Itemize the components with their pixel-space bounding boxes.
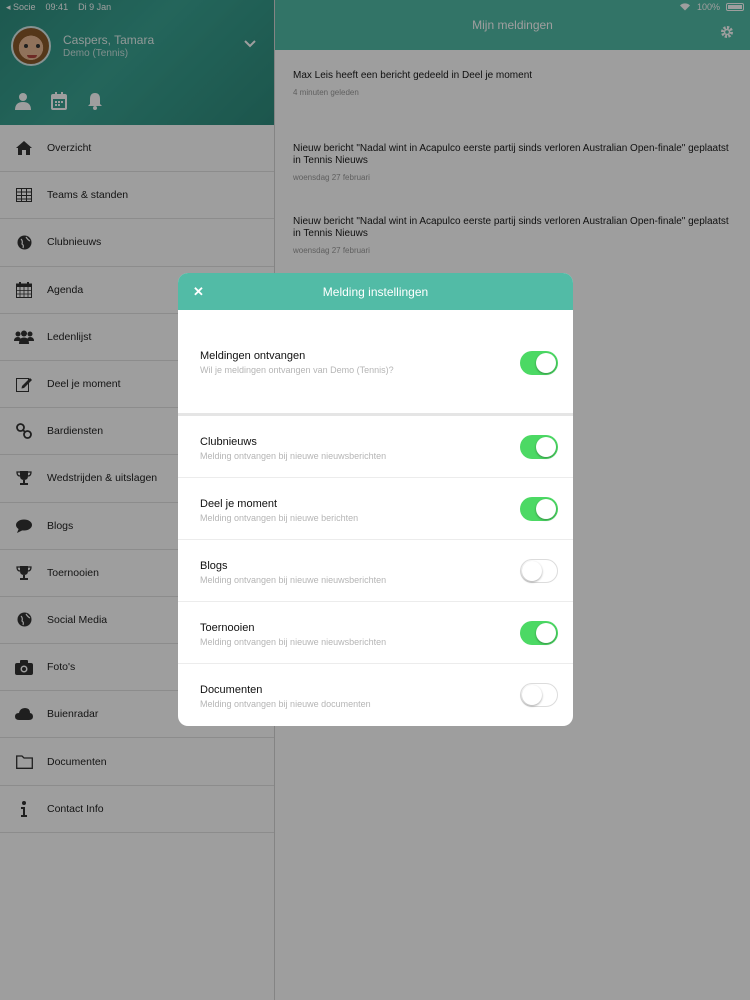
setting-row-clubnieuws: Clubnieuws Melding ontvangen bij nieuwe … (178, 416, 573, 478)
setting-title: Meldingen ontvangen (200, 350, 306, 362)
setting-title: Toernooien (200, 622, 255, 634)
toggle-clubnieuws[interactable] (520, 435, 558, 459)
setting-row-toernooien: Toernooien Melding ontvangen bij nieuwe … (178, 602, 573, 664)
setting-row-blogs: Blogs Melding ontvangen bij nieuwe nieuw… (178, 540, 573, 602)
toggle-knob (536, 437, 556, 457)
modal-title: Melding instellingen (322, 284, 429, 299)
toggle-knob (536, 623, 556, 643)
toggle-knob (536, 499, 556, 519)
toggle-blogs[interactable] (520, 559, 558, 583)
setting-subtitle: Wil je meldingen ontvangen van Demo (Ten… (200, 365, 394, 375)
toggle-knob (522, 561, 542, 581)
setting-subtitle: Melding ontvangen bij nieuwe berichten (200, 513, 359, 523)
setting-subtitle: Melding ontvangen bij nieuwe nieuwsberic… (200, 637, 387, 647)
notification-settings-modal: ✕ Melding instellingen Meldingen ontvang… (178, 273, 573, 726)
toggle-knob (536, 353, 556, 373)
setting-title: Blogs (200, 560, 228, 572)
setting-subtitle: Melding ontvangen bij nieuwe nieuwsberic… (200, 575, 387, 585)
toggle-knob (522, 685, 542, 705)
toggle-documenten[interactable] (520, 683, 558, 707)
setting-subtitle: Melding ontvangen bij nieuwe nieuwsberic… (200, 451, 387, 461)
toggle-deel-je-moment[interactable] (520, 497, 558, 521)
setting-row-documenten: Documenten Melding ontvangen bij nieuwe … (178, 664, 573, 726)
setting-title: Clubnieuws (200, 436, 257, 448)
setting-row-meldingen-ontvangen: Meldingen ontvangen Wil je meldingen ont… (178, 310, 573, 416)
toggle-meldingen-ontvangen[interactable] (520, 351, 558, 375)
setting-row-deel-je-moment: Deel je moment Melding ontvangen bij nie… (178, 478, 573, 540)
modal-header: ✕ Melding instellingen (178, 273, 573, 310)
setting-title: Documenten (200, 684, 263, 696)
toggle-toernooien[interactable] (520, 621, 558, 645)
setting-subtitle: Melding ontvangen bij nieuwe documenten (200, 699, 371, 709)
close-icon[interactable]: ✕ (193, 284, 204, 300)
setting-title: Deel je moment (200, 498, 278, 510)
